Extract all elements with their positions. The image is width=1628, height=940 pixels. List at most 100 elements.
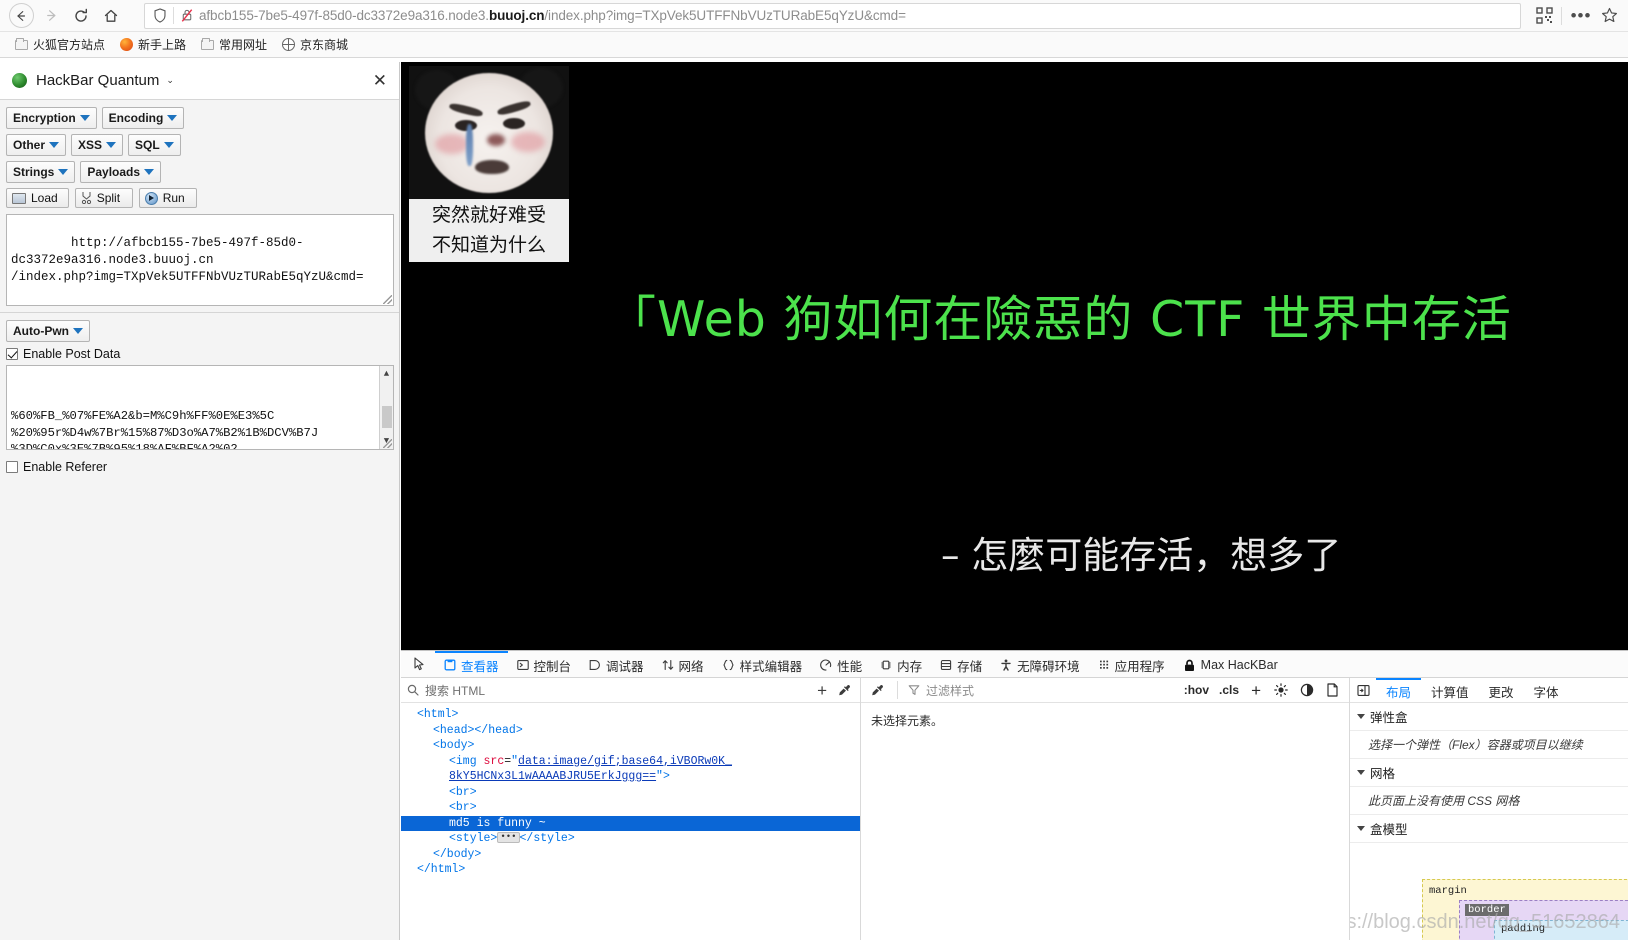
layout-tab-layout[interactable]: 布局 [1376, 678, 1422, 702]
dom-search-bar[interactable]: 搜索 HTML + [401, 678, 860, 703]
tab-inspector[interactable]: 查看器 [435, 651, 508, 677]
dom-node-selected[interactable]: md5 is funny ~ [401, 815, 860, 831]
tab-accessibility[interactable]: 无障碍环境 [991, 651, 1089, 677]
chevron-down-icon [144, 169, 155, 175]
dom-node[interactable]: </body> [401, 847, 860, 863]
performance-icon [820, 659, 832, 671]
dom-node[interactable]: <style> ••• </style> [401, 831, 860, 847]
grid-section-header[interactable]: 网格 [1350, 759, 1628, 787]
tab-application[interactable]: 应用程序 [1089, 651, 1174, 677]
dark-scheme-icon[interactable] [1297, 683, 1317, 697]
resize-grip[interactable] [383, 439, 392, 448]
xss-button[interactable]: XSS [71, 134, 124, 156]
hackbar-post-data-textarea[interactable]: %60%FB_%07%FE%A2&b=M%C9h%FF%0E%E3%5C %20… [6, 365, 394, 450]
enable-referer-row[interactable]: Enable Referer [0, 450, 399, 478]
meme-image: 突然就好难受 不知道为什么 [409, 66, 569, 262]
layout-tab-computed[interactable]: 计算值 [1421, 678, 1479, 702]
autopwn-button[interactable]: Auto-Pwn [6, 320, 90, 342]
qr-code-icon[interactable] [1531, 7, 1557, 24]
no-element-selected-message: 未选择元素。 [871, 714, 944, 728]
layout-tab-fonts-label: 字体 [1533, 685, 1559, 700]
dom-node[interactable]: 8kY5HCNx3L1wAAAABJRU5ErkJggg=="> [401, 769, 860, 785]
developer-tools: 查看器 控制台 调试器 网络 样式编辑器 性能 内存 存储 无障碍环境 应用程序… [401, 650, 1628, 940]
post-data-scrollbar[interactable]: ▲ ▼ [379, 366, 393, 449]
tracking-protection-shield-icon[interactable] [149, 8, 171, 23]
split-button[interactable]: Split [74, 188, 133, 208]
dom-node[interactable]: <br> [401, 785, 860, 801]
tab-network[interactable]: 网络 [653, 651, 713, 677]
dom-search-input[interactable]: 搜索 HTML [425, 682, 806, 699]
tab-storage[interactable]: 存储 [931, 651, 991, 677]
grid-section-label: 网格 [1370, 767, 1396, 781]
bookmark-item[interactable]: 火狐官方站点 [8, 34, 111, 55]
bookmark-item[interactable]: 常用网址 [194, 34, 273, 55]
dom-node[interactable]: <html> [401, 707, 860, 723]
sql-button[interactable]: SQL [128, 134, 181, 156]
style-filter-input[interactable]: 过滤样式 [926, 682, 1176, 699]
enable-referer-checkbox[interactable] [6, 461, 18, 473]
hackbar-row-3: Strings Payloads [6, 161, 393, 183]
dom-node[interactable]: <br> [401, 800, 860, 816]
hov-toggle[interactable]: :hov [1182, 683, 1211, 697]
close-icon[interactable]: ✕ [373, 72, 387, 89]
flexbox-section-header[interactable]: 弹性盒 [1350, 703, 1628, 731]
tab-style-editor[interactable]: 样式编辑器 [713, 651, 812, 677]
tab-console[interactable]: 控制台 [508, 651, 581, 677]
load-button[interactable]: Load [6, 188, 69, 208]
enable-post-data-checkbox[interactable] [6, 348, 18, 360]
bookmarks-bar: 火狐官方站点 新手上路 常用网址 京东商城 [0, 32, 1628, 58]
cls-toggle[interactable]: .cls [1217, 683, 1241, 697]
collapsed-content-icon[interactable]: ••• [497, 832, 520, 843]
tab-memory[interactable]: 内存 [871, 651, 931, 677]
enable-post-data-row[interactable]: Enable Post Data [0, 342, 399, 365]
resize-grip[interactable] [383, 295, 392, 304]
light-scheme-icon[interactable] [1271, 683, 1291, 697]
chevron-down-icon [1357, 826, 1365, 831]
memory-icon [880, 659, 892, 671]
bookmark-item[interactable]: 京东商城 [275, 34, 354, 55]
split-label: Split [96, 191, 121, 205]
encoding-button[interactable]: Encoding [101, 107, 185, 129]
chevron-down-icon[interactable]: ⌄ [166, 75, 174, 86]
page-actions-icon[interactable]: ••• [1566, 7, 1596, 24]
tab-debugger[interactable]: 调试器 [580, 651, 653, 677]
chevron-down-icon [73, 328, 83, 334]
plus-icon[interactable]: + [1247, 682, 1265, 699]
scroll-up-icon[interactable]: ▲ [380, 367, 393, 381]
plus-icon[interactable]: + [812, 682, 832, 699]
box-model-border: border padding [1459, 900, 1628, 940]
eyedropper-icon[interactable] [868, 684, 887, 697]
eyedropper-icon[interactable] [838, 684, 854, 697]
home-button[interactable] [96, 2, 126, 30]
element-picker-icon[interactable] [405, 651, 435, 677]
dom-node[interactable]: </html> [401, 862, 860, 878]
encryption-button[interactable]: Encryption [6, 107, 97, 129]
layout-tab-changes[interactable]: 更改 [1479, 678, 1524, 702]
hackbar-url-textarea[interactable]: http://afbcb155-7be5-497f-85d0- dc3372e9… [6, 214, 394, 306]
dom-node[interactable]: <head></head> [401, 723, 860, 739]
box-model-section-header[interactable]: 盒模型 [1350, 815, 1628, 843]
encryption-label: Encryption [13, 111, 76, 125]
forward-button[interactable] [36, 2, 66, 30]
dom-tree[interactable]: <html> <head></head> <body> <img src="da… [401, 703, 860, 940]
address-bar[interactable]: afbcb155-7be5-497f-85d0-dc3372e9a316.nod… [144, 2, 1521, 29]
dom-node[interactable]: <img src="data:image/gif;base64,iVBORw0K… [401, 754, 860, 770]
reload-button[interactable] [66, 2, 96, 30]
bookmark-item[interactable]: 新手上路 [113, 34, 192, 55]
other-button[interactable]: Other [6, 134, 67, 156]
print-preview-icon[interactable] [1323, 683, 1342, 697]
bookmark-star-icon[interactable] [1596, 7, 1622, 24]
url-text[interactable]: afbcb155-7be5-497f-85d0-dc3372e9a316.nod… [195, 8, 1516, 23]
tab-performance[interactable]: 性能 [811, 651, 871, 677]
layout-tab-fonts[interactable]: 字体 [1524, 678, 1569, 702]
insecure-connection-icon[interactable] [179, 8, 195, 23]
sidebar-toggle-icon[interactable] [1350, 678, 1376, 702]
payloads-button[interactable]: Payloads [80, 161, 162, 183]
dom-node[interactable]: <body> [401, 738, 860, 754]
run-button[interactable]: Run [138, 188, 197, 208]
back-button[interactable] [6, 2, 36, 30]
strings-button[interactable]: Strings [6, 161, 76, 183]
tab-max-hackbar[interactable]: Max HacKBar [1174, 651, 1287, 677]
scrollbar-thumb[interactable] [382, 406, 392, 428]
chevron-down-icon [58, 169, 69, 175]
